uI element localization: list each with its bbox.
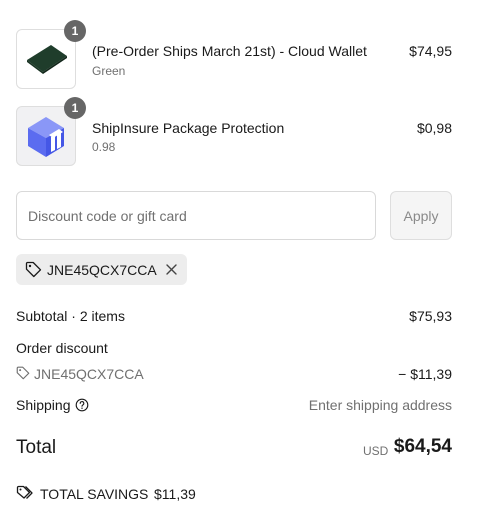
currency-code: USD <box>363 444 389 458</box>
total-savings-label: TOTAL SAVINGS <box>40 486 149 502</box>
subtotal-value: $75,93 <box>409 308 452 324</box>
discount-code-input[interactable] <box>16 191 376 240</box>
item-price: $74,95 <box>409 43 452 59</box>
shipping-value: Enter shipping address <box>308 397 452 413</box>
applied-discount-chip: JNE45QCX7CCA <box>16 254 187 285</box>
savings-tag-icon <box>16 485 34 501</box>
quantity-badge: 1 <box>64 97 86 119</box>
subtotal-label: Subtotal · 2 items <box>16 308 125 324</box>
apply-discount-button[interactable]: Apply <box>390 191 452 240</box>
item-price: $0,98 <box>416 120 452 136</box>
quantity-badge: 1 <box>64 20 86 42</box>
total-amount: $64,54 <box>393 436 452 457</box>
total-savings-amount: $11,39 <box>154 486 196 502</box>
order-discount-label: Order discount <box>16 340 108 356</box>
item-title: ShipInsure Package Protection <box>92 120 285 136</box>
tag-icon <box>25 261 42 278</box>
applied-code-label: JNE45QCX7CCA <box>47 262 157 278</box>
shipping-label: Shipping <box>16 397 71 413</box>
order-discount-code: JNE45QCX7CCA <box>34 366 144 382</box>
order-discount-value: − $11,39 <box>398 366 452 382</box>
help-question-icon[interactable] <box>75 398 89 412</box>
tag-icon <box>16 366 30 380</box>
item-variant: Green <box>92 64 126 78</box>
item-title: (Pre-Order Ships March 21st) - Cloud Wal… <box>92 43 367 59</box>
item-variant: 0.98 <box>92 140 116 154</box>
remove-discount-close-icon[interactable] <box>165 263 178 276</box>
total-label: Total <box>16 437 57 458</box>
